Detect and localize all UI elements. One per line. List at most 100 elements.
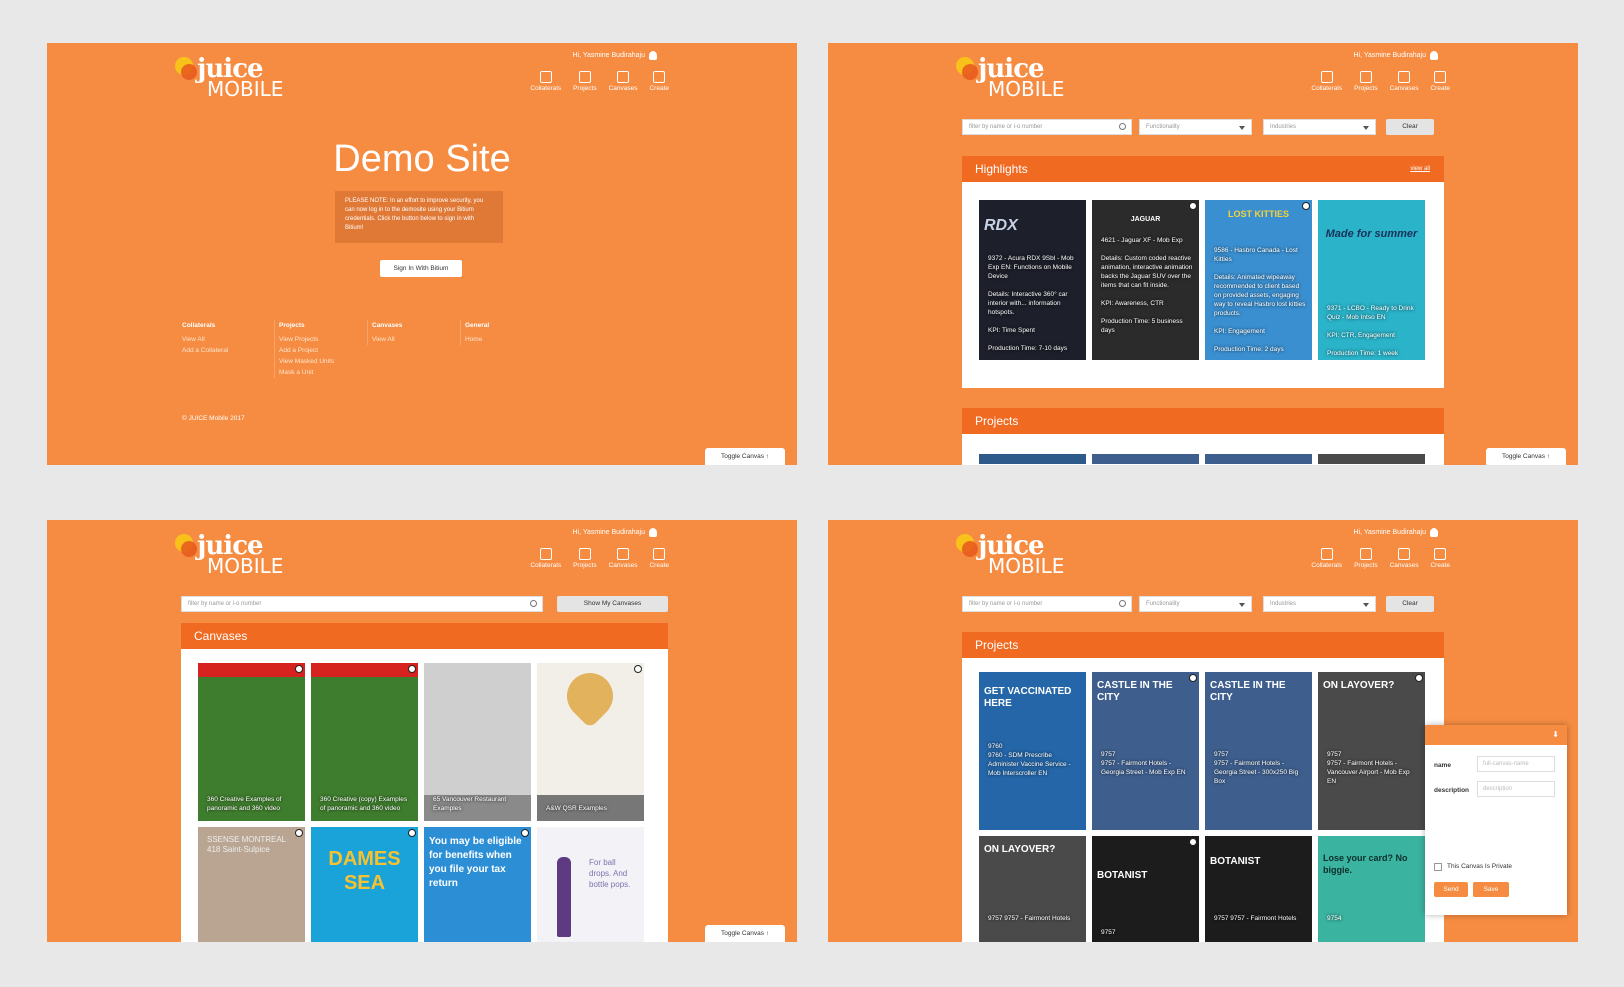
private-checkbox[interactable] [1434,863,1442,871]
nav-projects[interactable]: Projects [573,71,597,92]
functionality-select[interactable]: Functionality [1139,596,1252,612]
canvases-screen: juice MOBILE Hi, Yasmine Budirahaju Colla… [47,520,797,942]
close-icon[interactable] [1189,838,1197,846]
highlights-section: Highlights view all RDX 9372 - Acura RDX 9… [962,156,1444,388]
project-card[interactable]: ON LAYOVER? 9757 9757 - Fairmont Hotels [979,836,1086,942]
nav-canvases[interactable]: Canvases [609,548,637,569]
security-note: PLEASE NOTE: In an effort to improve sec… [335,191,503,243]
footer-link[interactable]: Add a Collateral [182,345,228,356]
caret-down-icon [1239,603,1245,607]
highlights-header: Highlights view all [962,156,1444,182]
canvas-card[interactable]: A&W QSR Examples [537,663,644,821]
highlight-card[interactable]: LOST KITTIES 9586 - Hasbro Canada - Lost … [1205,200,1312,360]
clear-button[interactable]: Clear [1386,119,1434,135]
project-card[interactable]: CASTLE IN THE CITY 9757 9757 - Fairmont H… [1092,672,1199,830]
project-card[interactable]: Lose your card? No biggie. 9754 [1318,836,1425,942]
caret-down-icon [1363,603,1369,607]
nav-projects[interactable]: Projects [1354,71,1378,92]
nav-collaterals[interactable]: Collaterals [530,71,561,92]
stack-icon [539,71,552,83]
project-card[interactable]: ON LAYOVER? 9757 9757 - Fairmont Hotels -… [1318,672,1425,830]
canvas-card[interactable]: 360 Creative Examples of panoramic and 3… [198,663,305,821]
highlight-card[interactable]: RDX 9372 - Acura RDX 9Sbl - Mob Exp EN: F… [979,200,1086,360]
user-greeting[interactable]: Hi, Yasmine Budirahaju [572,51,657,60]
card-background [1092,836,1199,942]
grid-icon [1359,71,1372,83]
user-greeting[interactable]: Hi, Yasmine Budirahaju [572,528,657,537]
canvas-description-input[interactable]: description [1477,781,1555,797]
user-greeting[interactable]: Hi, Yasmine Budirahaju [1353,528,1438,537]
search-icon [1119,600,1126,607]
nav-create[interactable]: Create [1430,71,1450,92]
footer-link[interactable]: Mask a Unit [279,367,334,378]
close-icon[interactable] [295,665,303,673]
toggle-canvas-button[interactable]: Toggle Canvas ↑ [705,448,785,465]
close-icon[interactable] [408,665,416,673]
home-screen: juice MOBILE Hi, Yasmine Budirahaju Colla… [47,43,797,465]
canvas-card[interactable]: You may be eligible for benefits when yo… [424,827,531,942]
copyright: © JUICE Mobile 2017 [182,415,245,422]
highlight-card[interactable]: Made for summer 9371 - LCBO - Ready to Dr… [1318,200,1425,360]
search-input[interactable]: filter by name or i-o number [181,596,543,612]
nav-projects[interactable]: Projects [1354,548,1378,569]
projects-section: Projects [962,408,1444,465]
nav-create[interactable]: Create [1430,548,1450,569]
juice-mobile-logo[interactable]: juice MOBILE [175,532,285,576]
canvas-card[interactable]: For ball drops. And bottle pops. [537,827,644,942]
project-card[interactable]: BOTANIST 9757 9757 - Fairmont Hotels [1205,836,1312,942]
nav-create[interactable]: Create [649,548,669,569]
toggle-canvas-button[interactable]: Toggle Canvas ↑ [1486,448,1566,465]
nav-canvases[interactable]: Canvases [1390,71,1418,92]
card-background [1205,836,1312,942]
nav-collaterals[interactable]: Collaterals [530,548,561,569]
industries-select[interactable]: Industries [1263,119,1376,135]
footer-link[interactable]: View Projects [279,334,334,345]
nav-create[interactable]: Create [649,71,669,92]
footer-link[interactable]: View All [372,334,402,345]
view-all-link[interactable]: view all [1410,156,1430,182]
project-card[interactable]: GET VACCINATED HERE 9760 9760 - SDM Presc… [979,672,1086,830]
nav-projects[interactable]: Projects [573,548,597,569]
nav-canvases[interactable]: Canvases [1390,548,1418,569]
highlight-card[interactable]: JAGUAR 4621 - Jaguar XF - Mob Exp Details… [1092,200,1199,360]
search-input[interactable]: filter by name or i-o number [962,596,1132,612]
save-button[interactable]: Save [1473,882,1509,897]
footer-col-collaterals: Collaterals View All Add a Collateral [182,322,229,356]
project-card[interactable]: CASTLE IN THE CITY 9757 9757 - Fairmont H… [1205,672,1312,830]
close-icon[interactable] [634,665,642,673]
sign-in-bitium-button[interactable]: Sign In With Bitium [380,260,462,277]
show-my-canvases-button[interactable]: Show My Canvases [557,596,668,612]
juice-mobile-logo[interactable]: juice MOBILE [956,55,1066,99]
user-greeting[interactable]: Hi, Yasmine Budirahaju [1353,51,1438,60]
canvas-card[interactable]: 360 Creative (copy) Examples of panorami… [311,663,418,821]
footer-link[interactable]: View All [182,334,228,345]
search-icon [1119,123,1126,130]
nav-canvases[interactable]: Canvases [609,71,637,92]
search-input[interactable]: filter by name or i-o number [962,119,1132,135]
stack-icon [1320,71,1333,83]
grid-icon [578,71,591,83]
close-icon[interactable] [1189,202,1197,210]
canvas-card[interactable]: SSENSE MONTREAL 418 Saint-Sulpice [198,827,305,942]
project-card[interactable]: BOTANIST 9757 [1092,836,1199,942]
juice-mobile-logo[interactable]: juice MOBILE [175,55,285,99]
canvas-card[interactable]: DAMES SEA [311,827,418,942]
projects-header: Projects [962,632,1444,658]
close-icon[interactable] [408,829,416,837]
footer-link[interactable]: Home [465,334,489,345]
grid-icon [1359,548,1372,560]
toggle-canvas-button[interactable]: Toggle Canvas ↑ [705,925,785,942]
functionality-select[interactable]: Functionality [1139,119,1252,135]
clear-button[interactable]: Clear [1386,596,1434,612]
send-button[interactable]: Send [1434,882,1468,897]
footer-link[interactable]: Add a Project [279,345,334,356]
nav-collaterals[interactable]: Collaterals [1311,71,1342,92]
canvas-card[interactable]: 65 Vancouver Restaurant Examples [424,663,531,821]
industries-select[interactable]: Industries [1263,596,1376,612]
canvas-name-input[interactable]: full-canvas-name [1477,756,1555,772]
canvas-popup-header[interactable]: ⬇ [1425,725,1567,745]
juice-mobile-logo[interactable]: juice MOBILE [956,532,1066,576]
nav-collaterals[interactable]: Collaterals [1311,548,1342,569]
footer-link[interactable]: View Masked Units [279,356,334,367]
chevron-down-icon[interactable]: ⬇ [1552,730,1559,739]
